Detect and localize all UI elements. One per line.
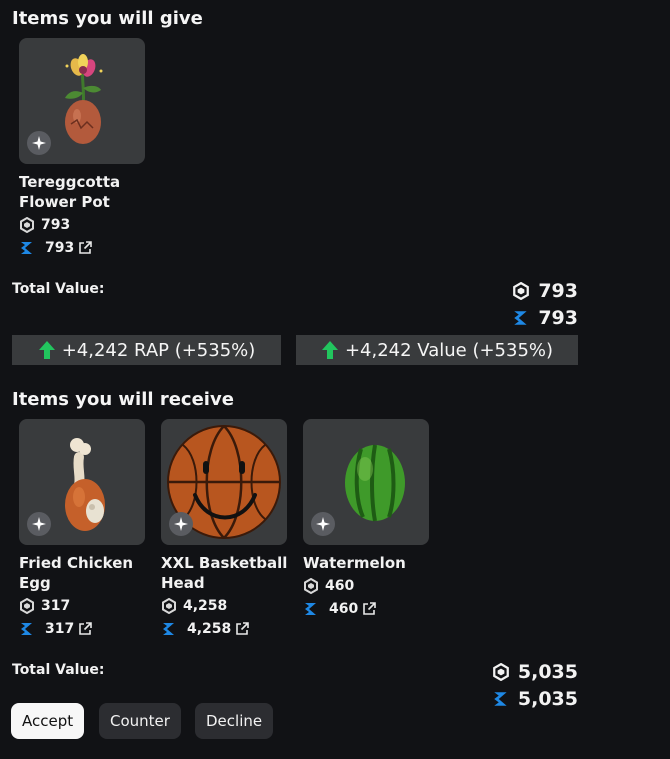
receive-total-value: 5,035 <box>492 685 578 712</box>
receive-item-card[interactable]: Fried Chicken Egg 317 317 <box>19 419 145 639</box>
accept-button[interactable]: Accept <box>11 703 85 739</box>
rap-difference: +4,242 RAP (+535%) <box>12 335 281 365</box>
rolimons-value-icon <box>492 690 510 708</box>
item-value-amount: 317 <box>45 621 75 637</box>
counter-button[interactable]: Counter <box>99 703 181 739</box>
robux-hexagon-icon <box>512 281 530 300</box>
item-thumbnail[interactable] <box>19 419 145 545</box>
item-rap-value: 4,258 <box>183 598 228 614</box>
give-total-value: 793 <box>512 304 578 331</box>
give-total-rap-value: 793 <box>538 279 578 302</box>
item-value: 317 <box>19 619 145 639</box>
item-rap-value: 460 <box>325 578 355 594</box>
decline-button[interactable]: Decline <box>195 703 274 739</box>
item-value-amount: 460 <box>329 601 359 617</box>
external-link-icon[interactable] <box>78 241 93 255</box>
receive-total-value-amount: 5,035 <box>517 687 578 710</box>
receive-total-values: 5,035 5,035 <box>492 658 578 712</box>
item-thumbnail[interactable] <box>303 419 429 545</box>
external-link-icon[interactable] <box>78 622 93 636</box>
up-arrow-icon <box>321 340 339 360</box>
receive-total-rap-value: 5,035 <box>517 660 578 683</box>
sparkle-icon <box>311 512 335 536</box>
robux-hexagon-icon <box>19 598 35 614</box>
give-total-rap: 793 <box>512 277 578 304</box>
external-link-icon[interactable] <box>362 602 377 616</box>
robux-hexagon-icon <box>303 578 319 594</box>
receive-item-card[interactable]: XXL Basketball Head 4,258 4,258 <box>161 419 287 639</box>
robux-hexagon-icon <box>161 598 177 614</box>
item-rap-value: 793 <box>41 217 71 233</box>
item-name[interactable]: Fried Chicken Egg <box>19 553 159 593</box>
item-rap-value: 317 <box>41 598 71 614</box>
value-difference-text: +4,242 Value (+535%) <box>344 339 554 361</box>
rap-difference-text: +4,242 RAP (+535%) <box>61 339 256 361</box>
give-total-value-amount: 793 <box>538 306 578 329</box>
item-rap: 793 <box>19 215 145 235</box>
item-value: 460 <box>303 599 429 619</box>
receive-section-title: Items you will receive <box>12 389 234 410</box>
give-section-title: Items you will give <box>12 8 203 29</box>
value-difference: +4,242 Value (+535%) <box>296 335 578 365</box>
item-value: 4,258 <box>161 619 287 639</box>
item-rap: 317 <box>19 596 145 616</box>
rolimons-value-icon <box>512 309 530 327</box>
item-name[interactable]: XXL Basketball Head <box>161 553 301 593</box>
external-link-icon[interactable] <box>235 622 250 636</box>
rolimons-value-icon <box>19 621 35 637</box>
rolimons-value-icon <box>303 601 319 617</box>
sparkle-icon <box>27 131 51 155</box>
give-total-label: Total Value: <box>12 281 105 297</box>
item-thumbnail[interactable] <box>161 419 287 545</box>
robux-hexagon-icon <box>19 217 35 233</box>
sparkle-icon <box>169 512 193 536</box>
receive-total-label: Total Value: <box>12 662 105 678</box>
rolimons-value-icon <box>19 240 35 256</box>
give-total-values: 793 793 <box>512 277 578 331</box>
receive-total-rap: 5,035 <box>492 658 578 685</box>
item-thumbnail[interactable] <box>19 38 145 164</box>
item-name[interactable]: Watermelon <box>303 553 443 573</box>
rolimons-value-icon <box>161 621 177 637</box>
item-value: 793 <box>19 238 145 258</box>
item-value-amount: 793 <box>45 240 75 256</box>
give-item-card[interactable]: Tereggcotta Flower Pot 793 793 <box>19 38 145 258</box>
item-rap: 4,258 <box>161 596 287 616</box>
up-arrow-icon <box>38 340 56 360</box>
sparkle-icon <box>27 512 51 536</box>
item-value-amount: 4,258 <box>187 621 232 637</box>
robux-hexagon-icon <box>492 662 510 681</box>
item-name[interactable]: Tereggcotta Flower Pot <box>19 172 159 212</box>
receive-item-card[interactable]: Watermelon 460 460 <box>303 419 429 619</box>
item-rap: 460 <box>303 576 429 596</box>
